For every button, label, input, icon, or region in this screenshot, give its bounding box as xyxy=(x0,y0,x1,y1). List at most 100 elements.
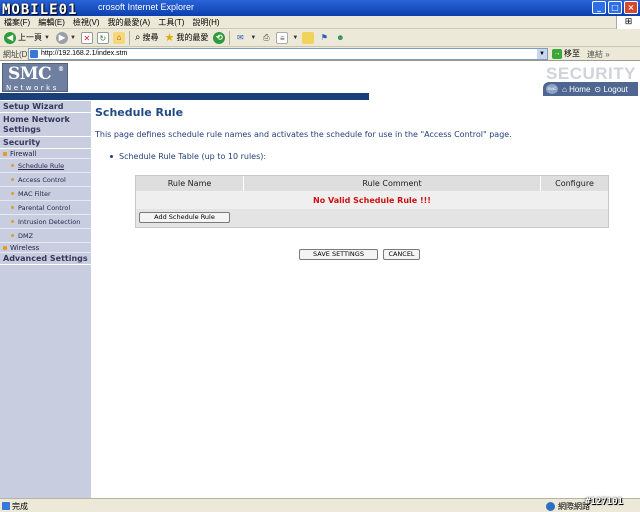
menu-file[interactable]: 檔案(F) xyxy=(4,17,30,28)
bullet-icon xyxy=(11,206,14,209)
chevron-down-icon: ▼ xyxy=(69,34,76,41)
star-icon: ★ xyxy=(164,32,175,44)
sidebar-item-parental-control[interactable]: Parental Control xyxy=(0,201,91,215)
menu-help[interactable]: 說明(H) xyxy=(192,17,219,28)
sidebar-item-label: DMZ xyxy=(18,231,34,240)
sidebar-item-security[interactable]: Security xyxy=(0,137,91,149)
sidebar-item-label: Firewall xyxy=(10,149,37,158)
page-description: This page defines schedule rule names an… xyxy=(95,130,512,139)
go-label: 移至 xyxy=(564,49,580,58)
header-divider xyxy=(0,93,369,100)
go-arrow-icon: → xyxy=(552,48,562,59)
windows-flag-icon: ⊞ xyxy=(616,16,640,29)
sidebar-item-label: Wireless xyxy=(10,243,40,252)
table-header-row: Rule Name Rule Comment Configure xyxy=(136,176,608,191)
refresh-icon[interactable]: ↻ xyxy=(96,31,109,44)
maximize-button[interactable]: □ xyxy=(608,1,622,14)
window-controls: _ □ × xyxy=(592,1,638,14)
back-label: 上一頁 xyxy=(18,33,42,42)
column-header-configure: Configure xyxy=(555,179,594,188)
history-icon[interactable]: ⟲ xyxy=(213,31,226,44)
smc-badge-icon: SMC xyxy=(546,84,558,94)
forward-button[interactable]: ▶ ▼ xyxy=(55,30,77,46)
sidebar-item-label: Access Control xyxy=(18,175,66,184)
search-button[interactable]: ⌕ 搜尋 xyxy=(134,30,160,46)
print-icon[interactable]: ⎙ xyxy=(260,32,272,44)
mail-icon[interactable]: ✉ xyxy=(234,32,246,44)
sidebar-item-mac-filter[interactable]: MAC Filter xyxy=(0,187,91,201)
go-button[interactable]: → 移至 xyxy=(552,48,580,59)
forward-arrow-icon: ▶ xyxy=(55,31,68,44)
sidebar-item-home-network-settings[interactable]: Home Network Settings xyxy=(0,113,91,137)
close-button[interactable]: × xyxy=(624,1,638,14)
main-content: Schedule Rule This page defines schedule… xyxy=(91,101,640,498)
menu-favorites[interactable]: 我的最愛(A) xyxy=(108,17,151,28)
sidebar: Setup Wizard Home Network Settings Secur… xyxy=(0,101,91,498)
sidebar-item-advanced-settings[interactable]: Advanced Settings xyxy=(0,253,91,265)
edit-page-icon[interactable]: ≡ xyxy=(276,31,289,44)
table-heading: Schedule Rule Table (up to 10 rules): xyxy=(110,152,266,161)
sidebar-item-firewall[interactable]: Firewall xyxy=(0,149,91,159)
links-button[interactable]: 連結 » xyxy=(587,49,610,60)
logout-link-label: Logout xyxy=(603,84,628,94)
column-header-rule-comment: Rule Comment xyxy=(244,176,541,191)
home-icon[interactable]: ⌂ xyxy=(112,31,125,44)
watermark-id: #127101 xyxy=(585,497,623,507)
sidebar-item-intrusion-detection[interactable]: Intrusion Detection xyxy=(0,215,91,229)
chevron-down-icon[interactable]: ▼ xyxy=(537,49,547,59)
bullet-icon xyxy=(11,192,14,195)
menu-bar: 檔案(F) 編輯(E) 檢視(V) 我的最愛(A) 工具(T) 說明(H) ⊞ xyxy=(0,16,640,29)
globe-icon xyxy=(546,502,555,511)
status-bar: 完成 網際網路 xyxy=(0,498,640,512)
stop-icon[interactable]: ✕ xyxy=(80,31,93,44)
toolbar-separator xyxy=(229,30,231,45)
messenger-icon[interactable]: ☻ xyxy=(334,32,346,44)
add-schedule-rule-button[interactable]: Add Schedule Rule xyxy=(139,212,230,223)
folder-icon[interactable] xyxy=(302,31,315,44)
minimize-button[interactable]: _ xyxy=(592,1,606,14)
browser-title-bar: MOBILE01 crosoft Internet Explorer _ □ × xyxy=(0,0,640,18)
column-header-rule-name: Rule Name xyxy=(136,176,244,191)
sidebar-item-label: Intrusion Detection xyxy=(18,217,81,226)
save-settings-button[interactable]: SAVE SETTINGS xyxy=(299,249,378,260)
bullet-icon xyxy=(11,234,14,237)
window-title: crosoft Internet Explorer xyxy=(98,2,195,12)
sidebar-item-dmz[interactable]: DMZ xyxy=(0,229,91,243)
sidebar-item-label: MAC Filter xyxy=(18,189,51,198)
brand-name: SMC xyxy=(8,64,52,84)
page-title: Schedule Rule xyxy=(95,106,184,119)
security-zone: 網際網路 xyxy=(546,501,590,512)
back-button[interactable]: ◀ 上一頁 ▼ xyxy=(3,30,51,46)
ie-page-icon xyxy=(2,502,10,510)
menu-tools[interactable]: 工具(T) xyxy=(158,17,184,28)
home-link-label: Home xyxy=(569,84,591,94)
cancel-button[interactable]: CANCEL xyxy=(383,249,420,260)
bullet-icon xyxy=(110,155,113,158)
menu-edit[interactable]: 編輯(E) xyxy=(38,17,65,28)
home-link[interactable]: ⌂ Home xyxy=(562,85,590,94)
chevron-down-icon[interactable]: ▼ xyxy=(250,35,256,41)
sidebar-item-setup-wizard[interactable]: Setup Wizard xyxy=(0,101,91,113)
sidebar-item-access-control[interactable]: Access Control xyxy=(0,173,91,187)
header-nav: SMC ⌂ Home ⊙ Logout xyxy=(543,82,638,96)
sidebar-item-label: Parental Control xyxy=(18,203,71,212)
orange-square-icon xyxy=(3,151,7,156)
menu-view[interactable]: 檢視(V) xyxy=(73,17,100,28)
status-text: 完成 xyxy=(12,502,28,511)
logout-link[interactable]: ⊙ Logout xyxy=(594,85,627,94)
chevron-down-icon: ▼ xyxy=(44,34,50,41)
toolbar-separator xyxy=(128,30,130,45)
smc-logo: SMC ® Networks xyxy=(2,63,68,92)
back-arrow-icon: ◀ xyxy=(4,31,16,44)
ie-page-icon xyxy=(30,50,38,58)
bullet-icon xyxy=(11,164,14,167)
sidebar-item-schedule-rule[interactable]: Schedule Rule xyxy=(0,159,91,173)
sidebar-item-wireless[interactable]: Wireless xyxy=(0,243,91,253)
chevron-down-icon[interactable]: ▼ xyxy=(292,35,298,41)
discuss-icon[interactable]: ⚑ xyxy=(318,32,330,44)
favorites-label: 我的最愛 xyxy=(176,33,209,42)
orange-square-icon xyxy=(3,245,7,250)
favorites-button[interactable]: ★ 我的最愛 xyxy=(164,30,210,46)
section-word: SECURITY xyxy=(546,64,636,83)
address-input[interactable]: http://192.168.2.1/index.stm ▼ xyxy=(28,48,548,60)
